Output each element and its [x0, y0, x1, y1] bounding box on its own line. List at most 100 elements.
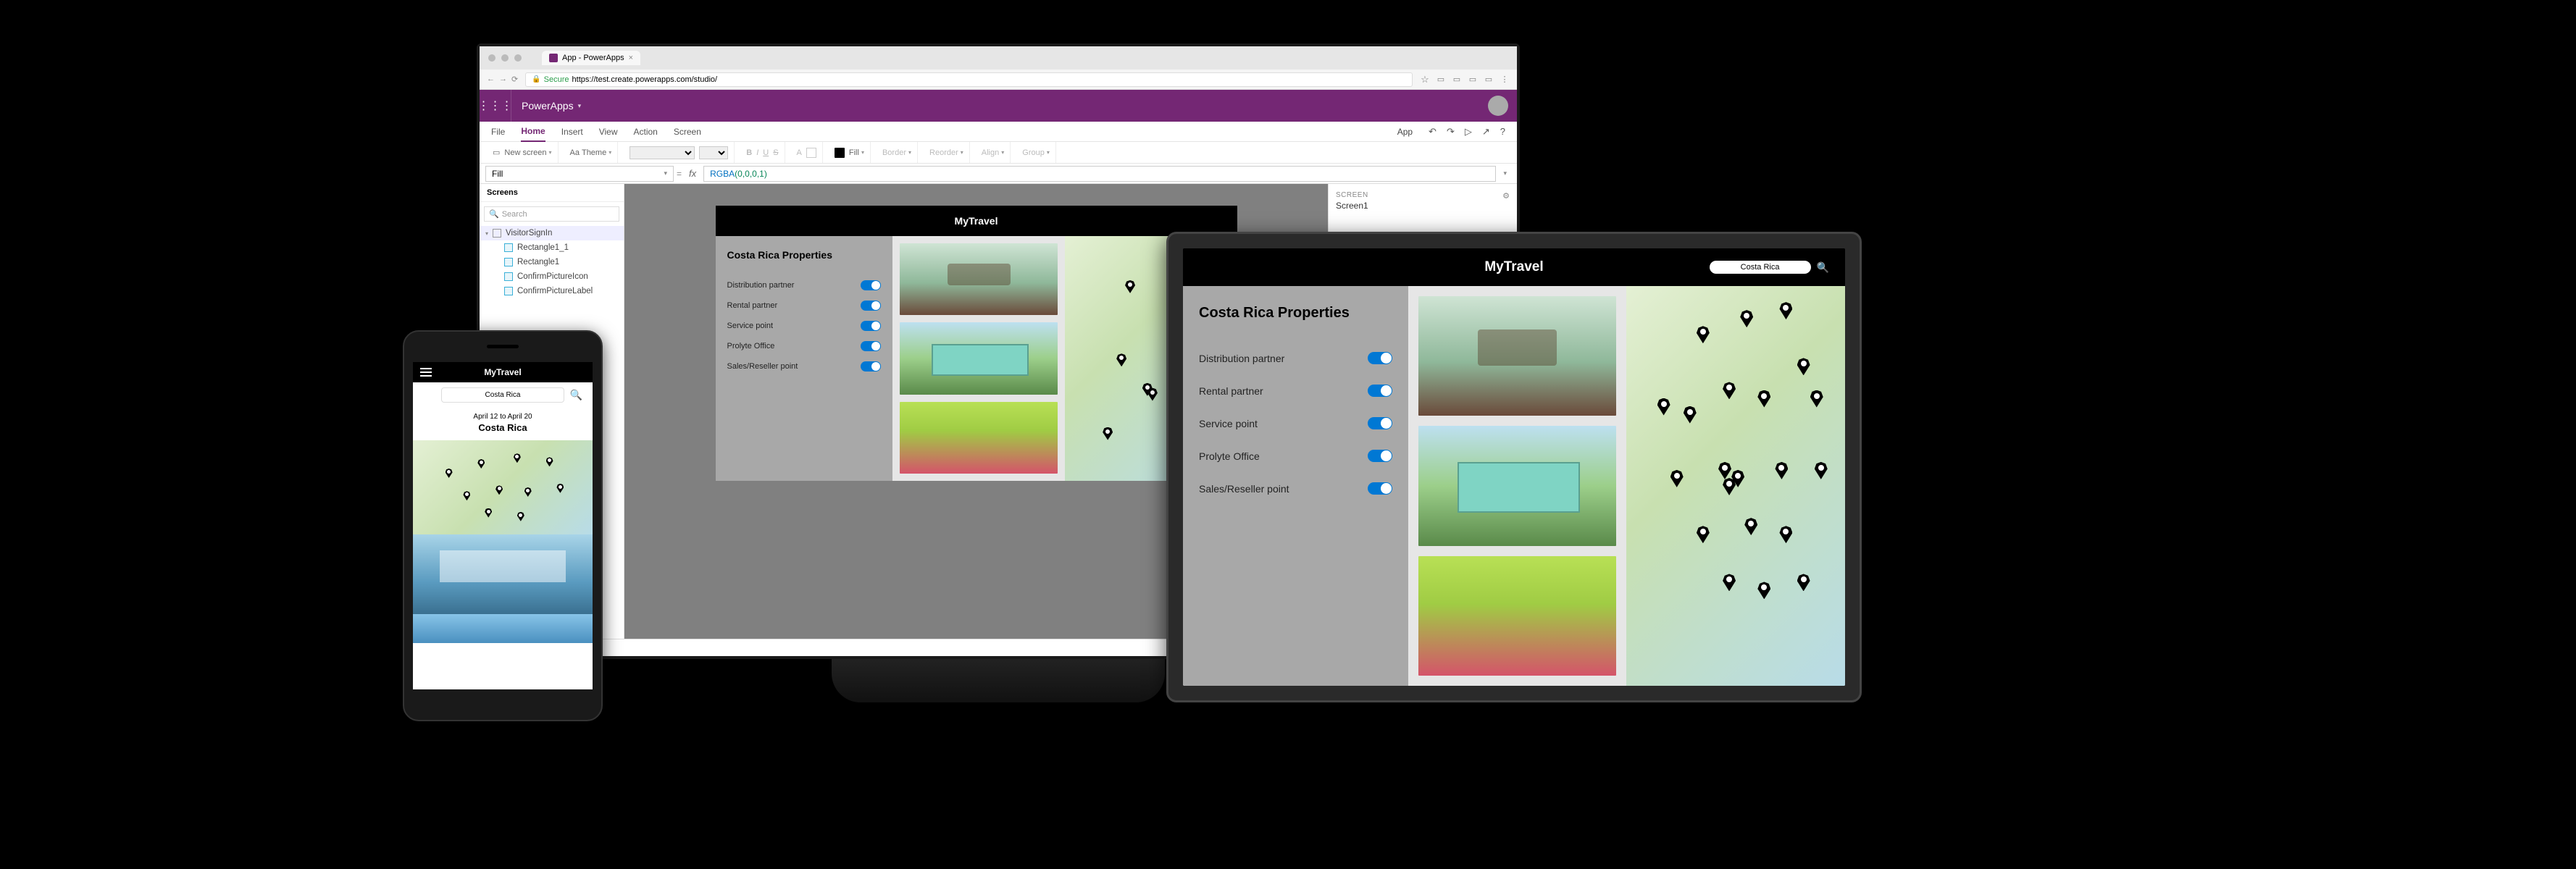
map-pin-icon[interactable] — [524, 487, 532, 497]
menu-icon[interactable]: ⋮ — [1500, 75, 1510, 85]
map-pin-icon[interactable] — [1815, 462, 1828, 479]
app-label[interactable]: App — [1397, 127, 1413, 137]
map-pin-icon[interactable] — [1103, 427, 1113, 440]
property-photo[interactable] — [1418, 426, 1617, 545]
map-pin-icon[interactable] — [446, 469, 453, 478]
map-pin-icon[interactable] — [1744, 518, 1757, 535]
ext-icon[interactable]: ▭ — [1468, 75, 1478, 85]
search-icon[interactable]: 🔍 — [1817, 261, 1829, 274]
app-launcher-icon[interactable]: ⋮⋮⋮ — [480, 90, 511, 122]
url-field[interactable]: 🔒 Secure https://test.create.powerapps.c… — [525, 72, 1413, 87]
map-pin-icon[interactable] — [485, 508, 492, 518]
tree-root[interactable]: ▾ VisitorSignIn — [480, 226, 624, 240]
map-pin-icon[interactable] — [1147, 388, 1158, 401]
toggle-switch[interactable] — [861, 280, 881, 290]
ext-icon[interactable]: ▭ — [1452, 75, 1462, 85]
toggle-switch[interactable] — [1368, 352, 1392, 364]
group-dropdown[interactable]: Group — [1022, 148, 1050, 157]
hamburger-icon[interactable] — [420, 368, 432, 377]
reload-icon[interactable]: ⟳ — [511, 75, 518, 84]
tab-file[interactable]: File — [491, 122, 505, 141]
property-photo[interactable] — [900, 243, 1058, 315]
search-input[interactable] — [1710, 261, 1811, 274]
property-photo[interactable] — [413, 614, 593, 643]
map-pin-icon[interactable] — [1657, 398, 1670, 416]
toggle-switch[interactable] — [861, 321, 881, 331]
map-pin-icon[interactable] — [1670, 470, 1684, 487]
map-pin-icon[interactable] — [1775, 462, 1788, 479]
map-pin-icon[interactable] — [1125, 280, 1135, 293]
map-pin-icon[interactable] — [1116, 353, 1126, 366]
forward-icon[interactable]: → — [499, 75, 507, 84]
map-pin-icon[interactable] — [1810, 390, 1823, 408]
tree-item[interactable]: ConfirmPictureLabel — [480, 284, 624, 298]
map-pin-icon[interactable] — [1723, 574, 1736, 591]
tab-view[interactable]: View — [599, 122, 618, 141]
toggle-switch[interactable] — [861, 301, 881, 311]
font-color-icon[interactable]: A — [797, 148, 802, 157]
font-dropdown[interactable] — [630, 146, 695, 159]
map-pin-icon[interactable] — [1718, 462, 1731, 479]
map-pin-icon[interactable] — [463, 491, 470, 500]
tab-close-icon[interactable]: × — [629, 54, 633, 62]
reorder-dropdown[interactable]: Reorder — [929, 148, 963, 157]
map-pin-icon[interactable] — [517, 512, 524, 521]
underline-icon[interactable]: U — [763, 148, 769, 157]
tab-action[interactable]: Action — [634, 122, 658, 141]
map-pin-icon[interactable] — [1723, 382, 1736, 399]
help-icon[interactable]: ? — [1500, 126, 1505, 138]
map-pin-icon[interactable] — [514, 453, 521, 463]
map-pin-icon[interactable] — [1684, 406, 1697, 424]
gear-icon[interactable]: ⚙ — [1502, 191, 1510, 201]
bold-icon[interactable]: B — [746, 148, 752, 157]
property-photo[interactable] — [900, 402, 1058, 474]
tree-search[interactable]: 🔍 Search — [484, 206, 619, 222]
property-selector[interactable]: Fill ▾ — [485, 166, 674, 182]
map-pin-icon[interactable] — [1779, 302, 1792, 319]
window-min-icon[interactable] — [501, 54, 509, 62]
map-pin-icon[interactable] — [1797, 358, 1810, 375]
toggle-switch[interactable] — [1368, 482, 1392, 495]
tree-item[interactable]: ConfirmPictureIcon — [480, 269, 624, 284]
toggle-switch[interactable] — [1368, 450, 1392, 462]
map-view[interactable] — [413, 440, 593, 534]
ext-icon[interactable]: ▭ — [1436, 75, 1446, 85]
tab-insert[interactable]: Insert — [561, 122, 583, 141]
user-avatar[interactable] — [1488, 96, 1508, 116]
bookmark-icon[interactable]: ☆ — [1420, 75, 1430, 85]
map-pin-icon[interactable] — [1757, 582, 1770, 599]
property-photo[interactable] — [1418, 556, 1617, 676]
toggle-switch[interactable] — [1368, 417, 1392, 429]
property-photo[interactable] — [900, 322, 1058, 394]
map-pin-icon[interactable] — [1697, 326, 1710, 343]
tree-item[interactable]: Rectangle1 — [480, 255, 624, 269]
toggle-switch[interactable] — [1368, 385, 1392, 397]
tree-item[interactable]: Rectangle1_1 — [480, 240, 624, 255]
align-dropdown[interactable]: Align — [982, 148, 1004, 157]
map-pin-icon[interactable] — [1740, 310, 1753, 327]
map-pin-icon[interactable] — [1779, 526, 1792, 543]
browser-tab[interactable]: App - PowerApps × — [542, 51, 640, 65]
window-close-icon[interactable] — [488, 54, 495, 62]
ext-icon[interactable]: ▭ — [1484, 75, 1494, 85]
search-input[interactable] — [441, 387, 564, 403]
new-screen-button[interactable]: New screen — [504, 148, 551, 157]
map-pin-icon[interactable] — [1697, 526, 1710, 543]
map-view[interactable] — [1626, 286, 1845, 686]
undo-icon[interactable]: ↶ — [1429, 126, 1437, 138]
product-switcher[interactable]: PowerApps ▾ — [511, 100, 591, 112]
fill-dropdown[interactable]: Fill — [849, 148, 864, 157]
map-pin-icon[interactable] — [1797, 574, 1810, 591]
tab-home[interactable]: Home — [521, 122, 545, 142]
strike-icon[interactable]: S — [773, 148, 778, 157]
theme-dropdown[interactable]: Aa Theme — [570, 148, 612, 157]
property-photo[interactable] — [413, 534, 593, 614]
map-pin-icon[interactable] — [495, 485, 503, 495]
window-max-icon[interactable] — [514, 54, 522, 62]
toggle-switch[interactable] — [861, 361, 881, 371]
font-color-swatch[interactable] — [806, 148, 816, 158]
italic-icon[interactable]: I — [756, 148, 758, 157]
map-pin-icon[interactable] — [556, 484, 564, 493]
share-icon[interactable]: ↗ — [1482, 126, 1490, 138]
formula-input[interactable]: RGBA(0,0,0,1) — [703, 166, 1496, 182]
